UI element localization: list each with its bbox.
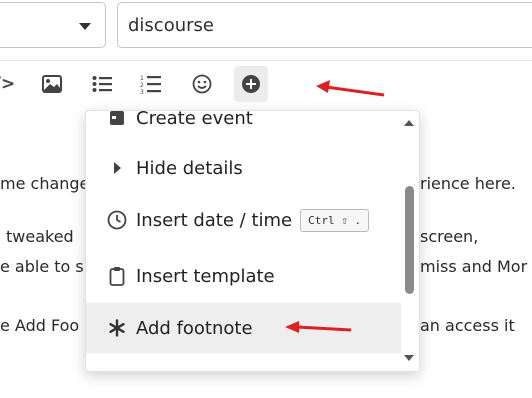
bullet-list-button[interactable] (85, 66, 119, 102)
calendar-icon (106, 111, 128, 126)
category-select[interactable] (0, 2, 106, 48)
plus-circle-icon (242, 75, 260, 93)
insert-options-menu[interactable]: Create event Hide details Insert date / … (85, 110, 420, 372)
svg-text:3: 3 (140, 89, 144, 94)
insert-options-button[interactable] (234, 66, 268, 102)
chevron-down-icon (79, 23, 91, 30)
body-text: miss and Mor (420, 257, 528, 276)
tags-input[interactable]: discourse (117, 2, 532, 48)
body-text: e Add Foo (0, 316, 80, 335)
keyboard-shortcut: Ctrl ⇧ . (300, 208, 370, 232)
asterisk-icon (106, 319, 128, 337)
menu-item-insert-date-time[interactable]: Insert date / time Ctrl ⇧ . (86, 195, 401, 245)
image-upload-button[interactable] (35, 66, 69, 102)
svg-text:2: 2 (140, 82, 144, 89)
menu-item-label: Insert date / time (136, 209, 293, 231)
menu-item-label: Hide details (136, 157, 243, 179)
clipboard-icon (106, 266, 128, 286)
numbered-list-icon: 1 2 3 (140, 75, 161, 94)
menu-item-hide-details[interactable]: Hide details (86, 143, 401, 193)
code-icon: /> (0, 74, 16, 94)
bullet-list-icon (92, 76, 112, 92)
menu-item-add-footnote[interactable]: Add footnote (86, 303, 401, 353)
menu-item-label: Insert template (136, 265, 275, 287)
scroll-down-icon[interactable] (404, 355, 414, 361)
menu-item-label: Add footnote (136, 317, 253, 339)
clock-icon (106, 210, 128, 230)
menu-item-create-event[interactable]: Create event (86, 110, 401, 143)
tags-value: discourse (128, 15, 214, 36)
menu-scrollbar[interactable] (401, 111, 419, 371)
menu-item-partial[interactable] (86, 355, 401, 371)
body-text: tweaked (6, 227, 74, 246)
numbered-list-button[interactable]: 1 2 3 (134, 66, 168, 102)
annotation-arrow-icon (316, 80, 385, 97)
menu-item-label: Create event (136, 110, 253, 129)
smile-icon (192, 74, 212, 94)
caret-right-icon (106, 161, 128, 175)
annotation-arrow-icon (284, 321, 351, 333)
emoji-button[interactable] (185, 66, 219, 102)
body-text: e able to s (0, 257, 84, 276)
image-icon (42, 75, 62, 93)
menu-item-insert-template[interactable]: Insert template (86, 251, 401, 301)
scrollbar-thumb[interactable] (405, 186, 414, 294)
body-text: an access it (420, 316, 515, 335)
body-text: me change (0, 174, 90, 193)
body-text: rience here. (420, 174, 516, 193)
code-button[interactable]: /> (0, 66, 22, 102)
body-text: screen, (420, 227, 479, 246)
svg-text:1: 1 (140, 75, 144, 82)
scroll-up-icon[interactable] (404, 120, 414, 126)
toolbar-divider (0, 60, 532, 61)
